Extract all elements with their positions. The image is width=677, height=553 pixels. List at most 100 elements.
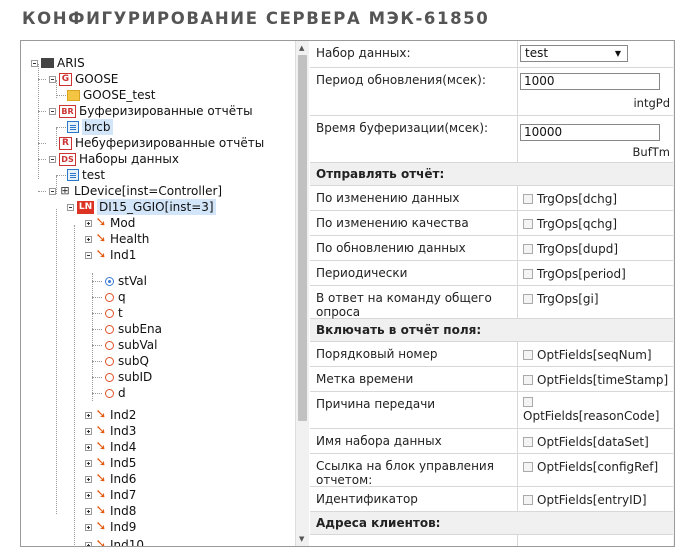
tree-node-attr[interactable]: d — [105, 385, 126, 401]
tree-node-ind[interactable]: ➘ Ind5 — [85, 455, 136, 471]
expand-toggle-icon[interactable] — [85, 475, 92, 483]
expand-toggle-icon[interactable] — [85, 491, 92, 499]
tree-node-goose[interactable]: G GOOSE — [49, 71, 118, 87]
tree-node-goose-test[interactable]: GOOSE_test — [67, 87, 155, 103]
data-object-arrow-icon: ➘ — [95, 215, 107, 230]
period-input[interactable]: 1000 — [520, 73, 660, 90]
trgops-period-checkbox[interactable]: TrgOps[period] — [523, 267, 626, 281]
collapse-toggle-icon[interactable] — [49, 187, 56, 195]
expand-toggle-icon[interactable] — [85, 219, 92, 227]
expand-toggle-icon[interactable] — [85, 523, 92, 531]
optfields-configref-checkbox[interactable]: OptFields[configRef] — [523, 460, 658, 474]
tree-node-attr[interactable]: subID — [105, 369, 152, 385]
optfield-row: Имя набора данных OptFields[dataSet] — [310, 429, 674, 454]
tree-node-brcb[interactable]: brcb — [67, 119, 113, 135]
properties-panel: Набор данных: test ▼ Период обновления(м… — [310, 41, 674, 546]
optfields-reasoncode-checkbox[interactable]: OptFields[reasonCode] — [523, 397, 659, 423]
tree-node-attr[interactable]: t — [105, 305, 123, 321]
tree-node-ind[interactable]: ➘ Ind9 — [85, 519, 136, 535]
page-title: КОНФИГУРИРОВАНИЕ СЕРВЕРА МЭК-61850 — [22, 9, 490, 28]
tree-node-ind[interactable]: ➘ Ind7 — [85, 487, 136, 503]
tree-node-health[interactable]: ➘ Health — [85, 231, 149, 247]
collapse-toggle-icon[interactable] — [31, 59, 38, 67]
trgops-dchg-checkbox[interactable]: TrgOps[dchg] — [523, 192, 617, 206]
properties-scrollbar[interactable] — [673, 41, 674, 546]
unbuffered-report-icon: R — [59, 136, 72, 150]
data-object-arrow-icon: ➘ — [95, 487, 107, 502]
tree-node-mod[interactable]: ➘ Mod — [85, 215, 135, 231]
tree-node-attr[interactable]: subVal — [105, 337, 157, 353]
tree-node-ind[interactable]: ➘ Ind3 — [85, 423, 136, 439]
optfield-row: Идентификатор OptFields[entryID] — [310, 487, 674, 512]
optfield-row: Ссылка на блок управления отчетом: OptFi… — [310, 454, 674, 487]
optfields-seqnum-checkbox[interactable]: OptFields[seqNum] — [523, 348, 652, 362]
data-object-arrow-icon: ➘ — [95, 423, 107, 438]
report-block-icon — [67, 121, 79, 133]
tree-node-dataset-test[interactable]: test — [67, 167, 105, 183]
collapse-toggle-icon[interactable] — [85, 251, 92, 259]
expand-toggle-icon[interactable] — [85, 459, 92, 467]
tree-node-unbuffered-reports[interactable]: R Небуферизированные отчёты — [59, 135, 264, 151]
folder-icon — [67, 89, 80, 101]
tree-node-ln[interactable]: LN DI15_GGIO[inst=3] — [67, 199, 216, 215]
tree-node-ind1[interactable]: ➘ Ind1 — [85, 247, 136, 263]
trgops-qchg-checkbox[interactable]: TrgOps[qchg] — [523, 217, 617, 231]
attribute-selected-icon — [105, 276, 114, 286]
logical-node-icon: LN — [77, 200, 94, 214]
tree-node-ind[interactable]: ➘ Ind6 — [85, 471, 136, 487]
clients-section-header: Адреса клиентов: — [310, 512, 674, 535]
scroll-up-arrow-icon[interactable]: ▲ — [299, 44, 304, 52]
tree-node-aris[interactable]: ARIS — [31, 55, 85, 71]
attribute-icon — [105, 388, 114, 398]
tree-node-ldevice[interactable]: ⊞ LDevice[inst=Controller] — [49, 183, 222, 199]
optfields-dataset-checkbox[interactable]: OptFields[dataSet] — [523, 435, 649, 449]
clients-row — [310, 535, 674, 546]
tree-node-ind[interactable]: ➘ Ind8 — [85, 503, 136, 519]
optfields-timestamp-checkbox[interactable]: OptFields[timeStamp] — [523, 373, 668, 387]
tree-node-attr[interactable]: q — [105, 289, 126, 305]
trgops-dupd-checkbox[interactable]: TrgOps[dupd] — [523, 242, 618, 256]
trigger-row: По обновлению данных TrgOps[dupd] — [310, 236, 674, 261]
data-object-arrow-icon: ➘ — [95, 471, 107, 486]
tree-node-ind[interactable]: ➘ Ind4 — [85, 439, 136, 455]
include-section-header: Включать в отчёт поля: — [310, 319, 674, 342]
data-object-arrow-icon: ➘ — [95, 537, 107, 546]
tree-node-buffered-reports[interactable]: BR Буферизированные отчёты — [49, 103, 253, 119]
expand-toggle-icon[interactable] — [85, 411, 92, 419]
expand-toggle-icon[interactable] — [85, 541, 92, 546]
tree-node-datasets[interactable]: DS Наборы данных — [49, 151, 179, 167]
tree-node-attr[interactable]: stVal — [105, 273, 147, 289]
send-section-header: Отправлять отчёт: — [310, 163, 674, 186]
attribute-icon — [105, 324, 114, 334]
optfield-row: Причина передачи OptFields[reasonCode] — [310, 392, 674, 429]
expand-toggle-icon[interactable] — [85, 443, 92, 451]
scroll-down-arrow-icon[interactable]: ▼ — [299, 535, 304, 543]
data-object-arrow-icon: ➘ — [95, 247, 107, 262]
server-icon — [41, 58, 54, 68]
attribute-icon — [105, 308, 114, 318]
collapse-toggle-icon[interactable] — [49, 75, 56, 83]
tree-node-attr[interactable]: subEna — [105, 321, 162, 337]
tree-node-attr[interactable]: subQ — [105, 353, 149, 369]
collapse-toggle-icon[interactable] — [49, 107, 56, 115]
buffer-time-tag: BufTm — [632, 145, 670, 159]
dataset-icon: DS — [59, 152, 76, 166]
buffer-time-input[interactable]: 10000 — [520, 124, 660, 141]
dataset-select[interactable]: test ▼ — [520, 45, 628, 62]
tree-node-ind[interactable]: ➘ Ind10 — [85, 537, 144, 546]
tree-node-ind[interactable]: ➘ Ind2 — [85, 407, 136, 423]
collapse-toggle-icon[interactable] — [67, 203, 74, 211]
expand-toggle-icon[interactable] — [85, 235, 92, 243]
trigger-row: По изменению данных TrgOps[dchg] — [310, 186, 674, 211]
optfields-entryid-checkbox[interactable]: OptFields[entryID] — [523, 493, 647, 507]
optfield-row: Метка времени OptFields[timeStamp] — [310, 367, 674, 392]
scrollbar-thumb[interactable] — [298, 55, 307, 421]
expand-toggle-icon[interactable] — [85, 427, 92, 435]
tree-scrollbar[interactable]: ▲ ▼ — [295, 41, 309, 546]
dataset-item-icon — [67, 169, 79, 181]
trgops-gi-checkbox[interactable]: TrgOps[gi] — [523, 292, 599, 306]
logical-device-icon: ⊞ — [60, 184, 70, 197]
collapse-toggle-icon[interactable] — [49, 155, 56, 163]
period-row: Период обновления(мсек): 1000 intgPd — [310, 68, 674, 116]
expand-toggle-icon[interactable] — [85, 507, 92, 515]
